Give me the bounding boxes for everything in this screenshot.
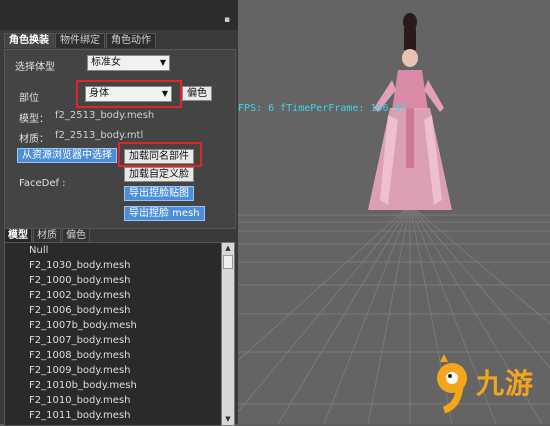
chevron-down-icon: ▼ <box>159 58 166 67</box>
list-item[interactable]: F2_1008_body.mesh <box>5 348 222 363</box>
pin-icon[interactable]: ▪ <box>224 16 232 25</box>
tab-model[interactable]: 模型 <box>4 228 32 242</box>
load-same-name-highlight <box>118 142 202 167</box>
body-type-label: 选择体型 <box>15 62 55 73</box>
mesh-list[interactable]: Null F2_1030_body.mesh F2_1000_body.mesh… <box>4 242 223 426</box>
tab-object-binding[interactable]: 物件绑定 <box>55 33 105 48</box>
load-custom-face-button[interactable]: 加载自定义脸 <box>124 167 194 182</box>
model-label: 模型： <box>19 114 49 125</box>
tab-content: 选择体型 标准女 ▼ 部位 身体 ▼ 偏色 模型： f2_2513_body.m… <box>4 49 236 229</box>
list-item[interactable]: F2_1010b_body.mesh <box>5 378 222 393</box>
material-label: 材质： <box>19 134 49 145</box>
watermark-text: 九游 <box>476 367 535 400</box>
tab-outfit-change[interactable]: 角色换装 <box>4 33 54 48</box>
list-item[interactable]: F2_1000_body.mesh <box>5 273 222 288</box>
list-item[interactable]: F2_1010_body.mesh <box>5 393 222 408</box>
list-scrollbar[interactable]: ▲ ▼ <box>221 242 235 426</box>
scroll-down-icon[interactable]: ▼ <box>222 414 234 425</box>
list-item[interactable]: F2_1007_body.mesh <box>5 333 222 348</box>
list-item[interactable]: F2_1002_body.mesh <box>5 288 222 303</box>
list-item[interactable]: F2_1030_body.mesh <box>5 258 222 273</box>
sub-tabs: 模型 材质 偏色 <box>4 228 91 242</box>
list-item[interactable]: F2_1007b_body.mesh <box>5 318 222 333</box>
character-editor-panel: ▪ 角色换装 物件绑定 角色动作 选择体型 标准女 ▼ 部位 身体 ▼ 偏色 模… <box>0 0 238 426</box>
main-tabs: 角色换装 物件绑定 角色动作 <box>4 33 157 48</box>
list-item[interactable]: F2_1011_body.mesh <box>5 408 222 423</box>
tint-button[interactable]: 偏色 <box>182 86 212 101</box>
list-item[interactable]: F2_1009_body.mesh <box>5 363 222 378</box>
body-type-select[interactable]: 标准女 ▼ <box>87 55 170 71</box>
part-label: 部位 <box>19 93 39 104</box>
select-from-browser-button[interactable]: 从资源浏览器中选择 <box>17 148 117 163</box>
export-face-map-button[interactable]: 导出捏脸贴图 <box>124 186 194 201</box>
body-type-value: 标准女 <box>91 57 121 68</box>
tab-character-action[interactable]: 角色动作 <box>106 33 156 48</box>
facedef-label: FaceDef : <box>19 178 66 189</box>
list-item[interactable]: F2_1006_body.mesh <box>5 303 222 318</box>
tab-tint[interactable]: 偏色 <box>62 228 90 242</box>
panel-header: ▪ <box>0 0 238 30</box>
scrollbar-thumb[interactable] <box>223 255 233 269</box>
list-item[interactable]: Null <box>5 243 222 258</box>
tab-material[interactable]: 材质 <box>33 228 61 242</box>
fps-readout: FPS: 6 fTimePerFrame: 166.67 <box>238 103 407 114</box>
material-value: f2_2513_body.mtl <box>55 130 144 141</box>
part-select-highlight <box>76 80 182 108</box>
export-face-mesh-button[interactable]: 导出捏脸 mesh <box>124 206 205 221</box>
scroll-up-icon[interactable]: ▲ <box>222 243 234 254</box>
model-value: f2_2513_body.mesh <box>55 110 155 121</box>
